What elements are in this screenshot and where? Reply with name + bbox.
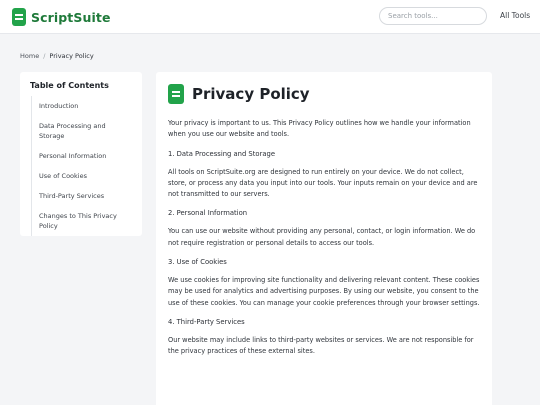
section-heading-data-processing: 1. Data Processing and Storage [168,149,276,158]
policy-content-card: Privacy Policy Your privacy is important… [156,72,492,405]
title-row: Privacy Policy [168,84,480,104]
toc-title: Table of Contents [30,81,109,90]
toc-item-changes-to-policy[interactable]: Changes to This Privacy Policy [32,206,132,236]
section-body-data-processing: All tools on ScriptSuite.org are designe… [168,167,478,199]
toc-item-use-of-cookies[interactable]: Use of Cookies [32,166,132,186]
section-heading-third-party-services: 4. Third-Party Services [168,317,245,326]
toc-item-third-party-services[interactable]: Third-Party Services [32,186,132,206]
section-heading-use-of-cookies: 3. Use of Cookies [168,258,227,267]
intro-paragraph: Your privacy is important to us. This Pr… [168,119,471,139]
page-title: Privacy Policy [192,85,310,103]
top-header: ScriptSuite All Tools [0,0,540,34]
toc-item-introduction[interactable]: Introduction [32,96,132,116]
breadcrumb-current: Privacy Policy [49,52,94,60]
section-body-personal-information: You can use our website without providin… [168,227,476,247]
section-body-use-of-cookies: We use cookies for improving site functi… [168,276,480,307]
toc-item-data-processing[interactable]: Data Processing and Storage [32,116,132,146]
document-icon [12,8,26,26]
breadcrumb-home[interactable]: Home [20,52,39,60]
breadcrumb-separator: / [43,52,46,60]
breadcrumb: Home / Privacy Policy [20,52,94,60]
toc-list: Introduction Data Processing and Storage… [31,96,132,236]
search-input[interactable] [379,7,487,25]
document-icon [168,84,184,104]
all-tools-link[interactable]: All Tools [500,11,530,20]
section-body-third-party-services: Our website may include links to third-p… [168,335,474,356]
logo-text: ScriptSuite [31,9,111,25]
section-heading-personal-information: 2. Personal Information [168,209,248,218]
table-of-contents: Table of Contents Introduction Data Proc… [20,72,142,236]
toc-item-personal-information[interactable]: Personal Information [32,146,132,166]
site-logo[interactable]: ScriptSuite [12,8,111,26]
